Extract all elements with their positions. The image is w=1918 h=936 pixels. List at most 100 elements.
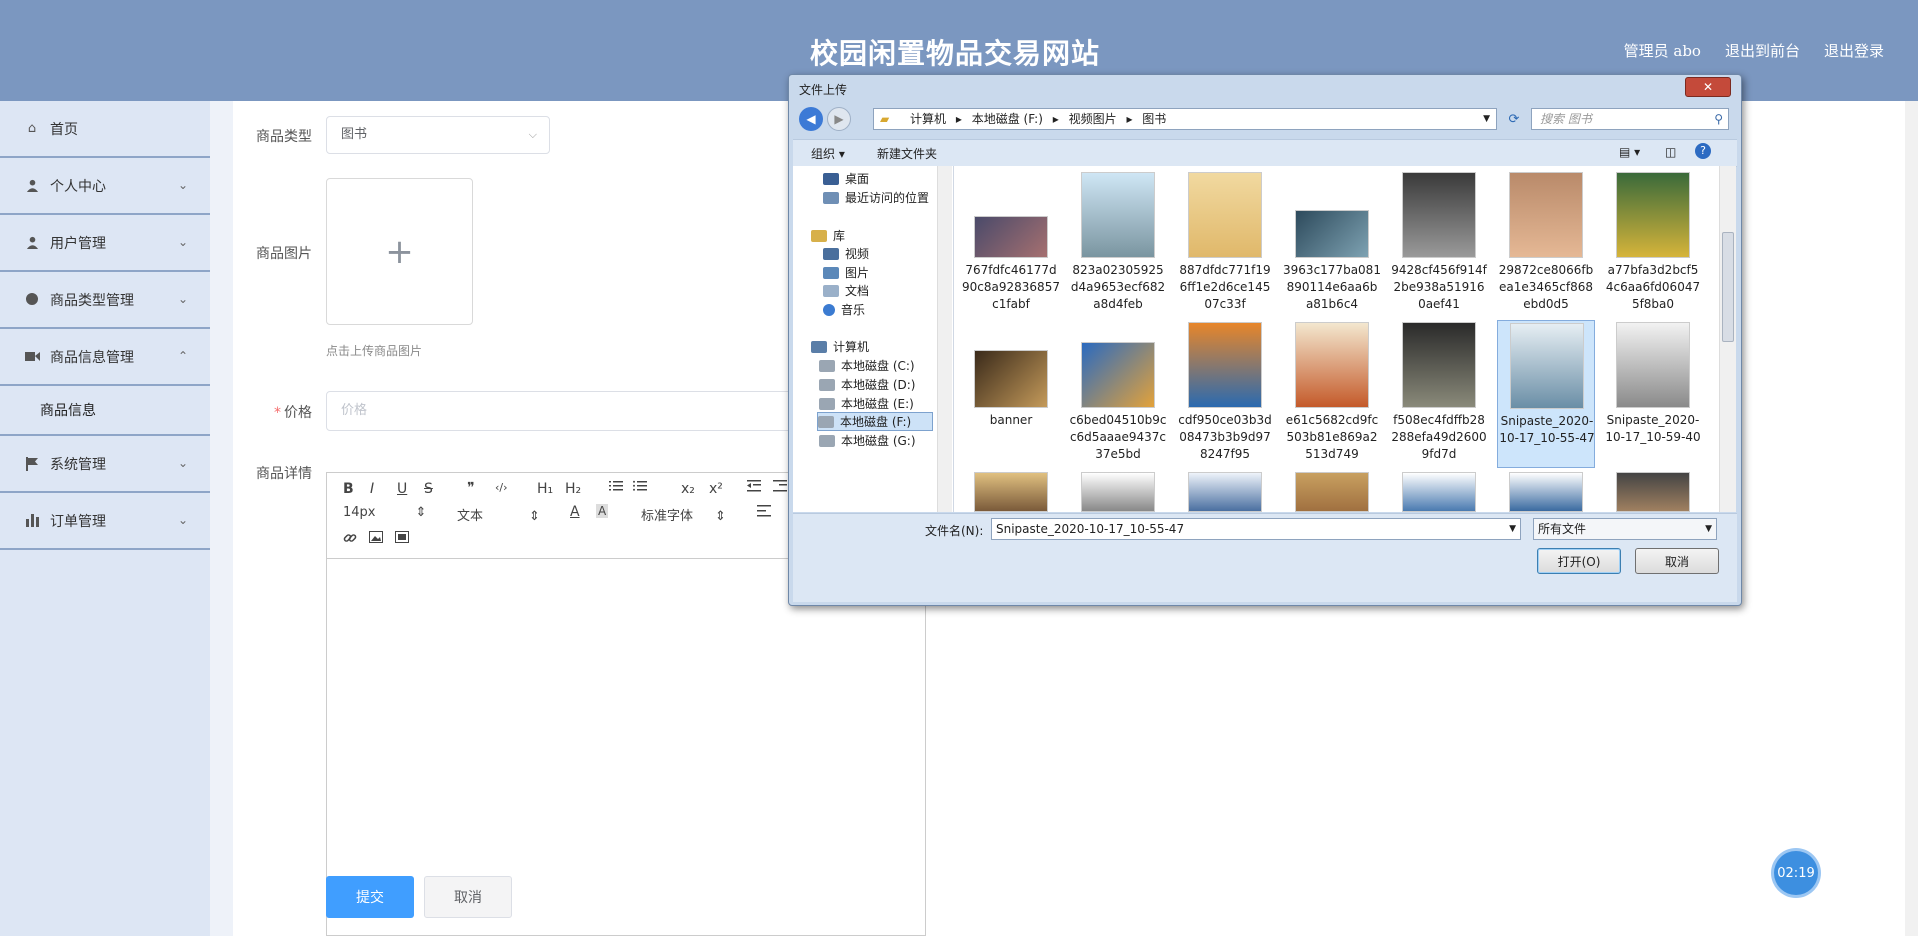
- indent-icon[interactable]: [773, 480, 787, 496]
- sidebar-item-user-management[interactable]: 用户管理 ⌄: [0, 215, 210, 272]
- nav-drive-d[interactable]: 本地磁盘 (D:): [819, 376, 915, 393]
- sidebar-item-home[interactable]: ⌂ 首页: [0, 101, 210, 158]
- code-button[interactable]: ‹/›: [495, 481, 508, 494]
- nav-drive-f[interactable]: 本地磁盘 (F:): [817, 412, 933, 431]
- close-icon[interactable]: ✕: [1685, 77, 1731, 97]
- preview-pane-icon[interactable]: ◫: [1665, 145, 1676, 159]
- nav-library[interactable]: 库: [811, 227, 845, 244]
- open-button[interactable]: 打开(O): [1537, 548, 1621, 574]
- breadcrumb-books[interactable]: 图书: [1142, 112, 1166, 126]
- breadcrumb-drive-f[interactable]: 本地磁盘 (F:): [972, 112, 1043, 126]
- bullet-list-icon[interactable]: [633, 480, 647, 496]
- file-item[interactable]: e61c5682cd9fc503b81e869a2513d749: [1283, 320, 1381, 468]
- sidebar-item-goods-management[interactable]: 商品信息管理 ⌃: [0, 329, 210, 386]
- subscript-button[interactable]: x₂: [681, 481, 695, 497]
- sidebar-item-system-management[interactable]: 系统管理 ⌄: [0, 436, 210, 493]
- nav-music[interactable]: 音乐: [823, 301, 865, 318]
- bold-button[interactable]: B: [343, 481, 354, 497]
- file-item[interactable]: [1604, 472, 1702, 512]
- file-item-selected[interactable]: Snipaste_2020-10-17_10-55-47: [1497, 320, 1595, 468]
- submit-button[interactable]: 提交: [326, 876, 414, 918]
- new-folder-button[interactable]: 新建文件夹: [877, 145, 937, 162]
- nav-videos[interactable]: 视频: [823, 245, 869, 262]
- superscript-button[interactable]: x²: [709, 481, 723, 497]
- category-select[interactable]: 图书 ⌵: [326, 116, 550, 154]
- address-bar[interactable]: ▰ 计算机 ▸ 本地磁盘 (F:) ▸ 视频图片 ▸ 图书 ▼: [873, 108, 1497, 130]
- nav-drive-g[interactable]: 本地磁盘 (G:): [819, 432, 916, 449]
- heading2-button[interactable]: H₂: [565, 481, 581, 497]
- font-family-select[interactable]: 标准字体 ⇕: [641, 505, 726, 524]
- blockquote-button[interactable]: ❞: [467, 480, 475, 496]
- logout-link[interactable]: 退出登录: [1824, 40, 1884, 61]
- file-item[interactable]: 9428cf456f914f2be938a519160aef41: [1390, 170, 1488, 318]
- image-icon[interactable]: [369, 531, 383, 547]
- file-item[interactable]: [1497, 472, 1595, 512]
- organize-menu[interactable]: 组织 ▾: [811, 145, 845, 162]
- filetype-select[interactable]: 所有文件 ▼: [1533, 518, 1717, 540]
- text-type-select[interactable]: 文本 ⇕: [457, 505, 540, 524]
- timer-badge[interactable]: 02:19: [1774, 851, 1818, 895]
- sidebar-item-order-management[interactable]: 订单管理 ⌄: [0, 493, 210, 550]
- nav-computer[interactable]: 计算机: [811, 338, 869, 355]
- file-name: 887dfdc771f196ff1e2d6ce14507c33f: [1179, 263, 1271, 311]
- file-item[interactable]: 3963c177ba081890114e6aa6ba81b6c4: [1283, 170, 1381, 318]
- file-item[interactable]: 29872ce8066fbea1e3465cf868ebd0d5: [1497, 170, 1595, 318]
- scrollbar-thumb[interactable]: [1722, 232, 1734, 342]
- file-item[interactable]: [1069, 472, 1167, 512]
- outdent-icon[interactable]: [747, 480, 761, 496]
- refresh-icon[interactable]: ⟳: [1504, 108, 1524, 130]
- file-item[interactable]: cdf950ce03b3d08473b3b9d978247f95: [1176, 320, 1274, 468]
- chevron-down-icon[interactable]: ▼: [1483, 109, 1490, 129]
- forward-arrow-icon[interactable]: ▶: [827, 107, 851, 131]
- strike-button[interactable]: S: [424, 481, 433, 497]
- file-item[interactable]: [1176, 472, 1274, 512]
- dialog-cancel-button[interactable]: 取消: [1635, 548, 1719, 574]
- file-item[interactable]: Snipaste_2020-10-17_10-59-40: [1604, 320, 1702, 468]
- nav-pictures[interactable]: 图片: [823, 264, 869, 281]
- file-item[interactable]: banner: [962, 320, 1060, 468]
- filename-input[interactable]: Snipaste_2020-10-17_10-55-47 ▼: [991, 518, 1521, 540]
- dialog-search-input[interactable]: 搜索 图书 ⚲: [1531, 108, 1729, 130]
- back-arrow-icon[interactable]: ◀: [799, 107, 823, 131]
- nav-pane-scrollbar[interactable]: [937, 166, 952, 512]
- video-embed-icon[interactable]: [395, 531, 409, 547]
- background-color-button[interactable]: A: [596, 504, 609, 518]
- file-item[interactable]: [1390, 472, 1488, 512]
- help-icon[interactable]: ?: [1695, 143, 1711, 159]
- italic-button[interactable]: I: [370, 481, 374, 497]
- nav-drive-e[interactable]: 本地磁盘 (E:): [819, 395, 914, 412]
- ordered-list-icon[interactable]: [609, 480, 623, 496]
- sidebar-item-personal-center[interactable]: 个人中心 ⌄: [0, 158, 210, 215]
- font-size-select[interactable]: 14px ⇕: [343, 505, 426, 520]
- link-icon[interactable]: [343, 531, 357, 549]
- heading1-button[interactable]: H₁: [537, 481, 553, 497]
- price-input[interactable]: 价格: [326, 391, 796, 431]
- chevron-down-icon[interactable]: ▼: [1509, 519, 1516, 539]
- cancel-button[interactable]: 取消: [424, 876, 512, 918]
- admin-user-link[interactable]: 管理员 abo: [1624, 40, 1701, 61]
- align-icon[interactable]: [757, 505, 771, 521]
- sidebar-item-category-management[interactable]: 商品类型管理 ⌄: [0, 272, 210, 329]
- file-item[interactable]: 887dfdc771f196ff1e2d6ce14507c33f: [1176, 170, 1274, 318]
- view-options-icon[interactable]: ▤ ▾: [1619, 145, 1640, 159]
- breadcrumb-video-pictures[interactable]: 视频图片: [1069, 112, 1117, 126]
- page-scrollbar[interactable]: [1905, 101, 1918, 936]
- file-item[interactable]: c6bed04510b9cc6d5aaae9437c37e5bd: [1069, 320, 1167, 468]
- font-color-button[interactable]: A: [570, 504, 580, 520]
- file-item[interactable]: a77bfa3d2bcf54c6aa6fd060475f8ba0: [1604, 170, 1702, 318]
- nav-drive-c[interactable]: 本地磁盘 (C:): [819, 357, 915, 374]
- breadcrumb-computer[interactable]: 计算机: [910, 112, 946, 126]
- file-item[interactable]: [962, 472, 1060, 512]
- file-item[interactable]: [1283, 472, 1381, 512]
- underline-button[interactable]: U: [397, 481, 407, 497]
- file-item[interactable]: f508ec4fdffb28288efa49d26009fd7d: [1390, 320, 1488, 468]
- file-list-scrollbar[interactable]: [1719, 166, 1736, 512]
- image-uploader[interactable]: +: [326, 178, 473, 325]
- file-item[interactable]: 823a02305925d4a9653ecf682a8d4feb: [1069, 170, 1167, 318]
- nav-desktop[interactable]: 桌面: [823, 170, 869, 187]
- nav-documents[interactable]: 文档: [823, 282, 869, 299]
- exit-to-frontend-link[interactable]: 退出到前台: [1725, 40, 1800, 61]
- nav-recent[interactable]: 最近访问的位置: [823, 189, 929, 206]
- sidebar-subitem-goods-info[interactable]: 商品信息: [0, 386, 210, 436]
- file-item[interactable]: 767fdfc46177d90c8a92836857c1fabf: [962, 170, 1060, 318]
